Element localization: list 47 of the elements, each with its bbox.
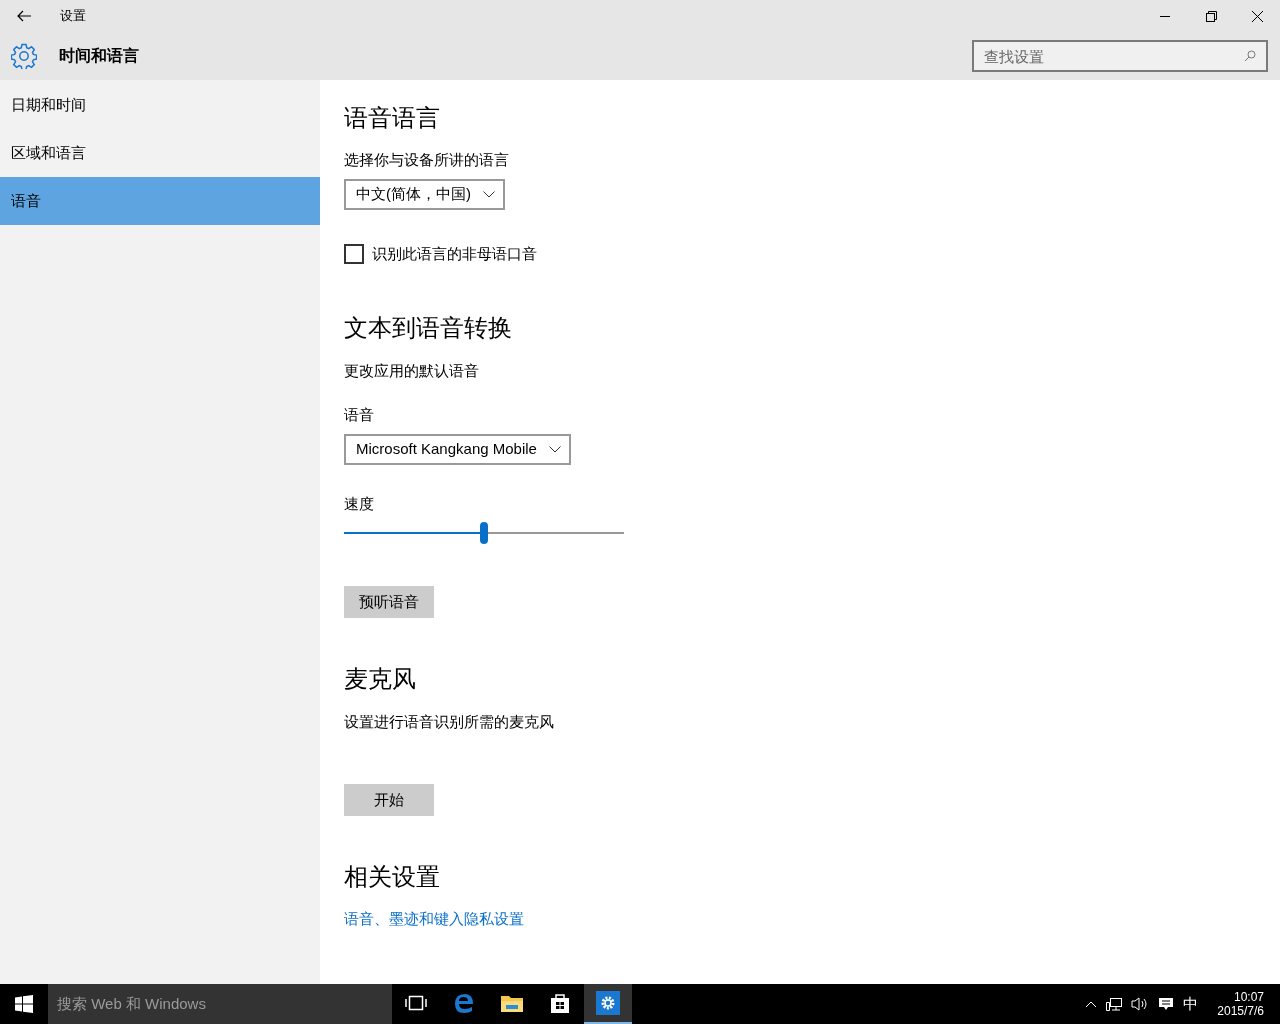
gear-icon xyxy=(11,43,37,69)
slider-thumb[interactable] xyxy=(480,522,488,544)
setting-label: 选择你与设备所讲的语言 xyxy=(344,150,509,170)
sidebar-item[interactable]: 区域和语言 xyxy=(0,129,320,177)
checkbox-label[interactable]: 识别此语言的非母语口音 xyxy=(372,242,537,266)
task-view-icon xyxy=(405,995,427,1011)
setting-label: 速度 xyxy=(344,494,374,514)
windows-logo-icon xyxy=(15,995,33,1013)
chevron-down-icon xyxy=(548,446,561,453)
search-icon xyxy=(1244,50,1256,62)
action-button[interactable]: 开始 xyxy=(344,784,434,816)
section-heading: 语音语言 xyxy=(344,103,440,133)
search-field[interactable]: 查找设置 xyxy=(972,40,1268,72)
speaker-icon[interactable] xyxy=(1131,996,1150,1012)
page-title: 时间和语言 xyxy=(59,46,139,66)
sidebar-item[interactable]: 日期和时间 xyxy=(0,81,320,129)
dropdown[interactable]: 中文(简体，中国) xyxy=(344,179,505,210)
window-title: 设置 xyxy=(60,7,86,26)
privacy-settings-link[interactable]: 语音、墨迹和键入隐私设置 xyxy=(344,908,524,930)
speed-slider[interactable] xyxy=(344,522,624,544)
chevron-up-icon[interactable] xyxy=(1085,1000,1098,1008)
setting-label: 设置进行语音识别所需的麦克风 xyxy=(344,712,554,732)
folder-icon xyxy=(500,993,524,1013)
browser-e-icon xyxy=(453,992,475,1014)
close-icon xyxy=(1251,10,1263,22)
section-heading: 相关设置 xyxy=(344,862,440,892)
taskbar-search-field[interactable]: 搜索 Web 和 Windows xyxy=(48,984,392,1024)
dropdown[interactable]: Microsoft Kangkang Mobile xyxy=(344,434,571,465)
setting-label: 语音 xyxy=(344,405,374,425)
setting-label: 更改应用的默认语音 xyxy=(344,361,479,381)
clock-time[interactable]: 10:07 xyxy=(1233,990,1264,1004)
action-button[interactable]: 预听语音 xyxy=(344,586,434,618)
shopping-bag-icon xyxy=(549,992,571,1014)
gear-icon xyxy=(596,991,620,1015)
checkbox[interactable] xyxy=(344,244,364,264)
section-heading: 文本到语音转换 xyxy=(344,313,512,343)
chevron-down-icon xyxy=(483,191,495,198)
network-icon[interactable] xyxy=(1106,996,1123,1012)
sidebar-item[interactable]: 语音 xyxy=(0,177,320,225)
restore-icon xyxy=(1205,10,1217,22)
minimize-icon xyxy=(1160,16,1170,17)
back-arrow-icon xyxy=(17,10,31,22)
notification-icon[interactable] xyxy=(1158,996,1175,1012)
taskbar-app-button[interactable] xyxy=(584,984,632,1024)
clock-date[interactable]: 2015/7/6 xyxy=(1217,1004,1264,1018)
section-heading: 麦克风 xyxy=(344,664,416,694)
input-method-indicator[interactable]: 中 xyxy=(1183,992,1199,1016)
